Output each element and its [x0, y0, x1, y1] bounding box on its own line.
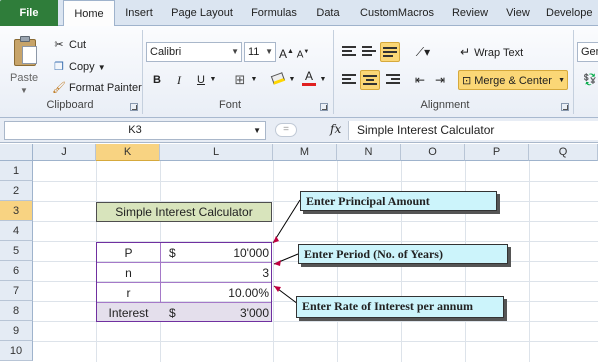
- callout-line-principal: [272, 199, 301, 244]
- callout-principal[interactable]: Enter Principal Amount: [300, 191, 497, 211]
- arrow-head-icon: [274, 260, 281, 266]
- arrow-head-icon: [274, 286, 281, 292]
- callout-period[interactable]: Enter Period (No. of Years): [298, 244, 508, 264]
- arrow-head-icon: [273, 236, 279, 243]
- callout-rate[interactable]: Enter Rate of Interest per annum: [296, 296, 504, 318]
